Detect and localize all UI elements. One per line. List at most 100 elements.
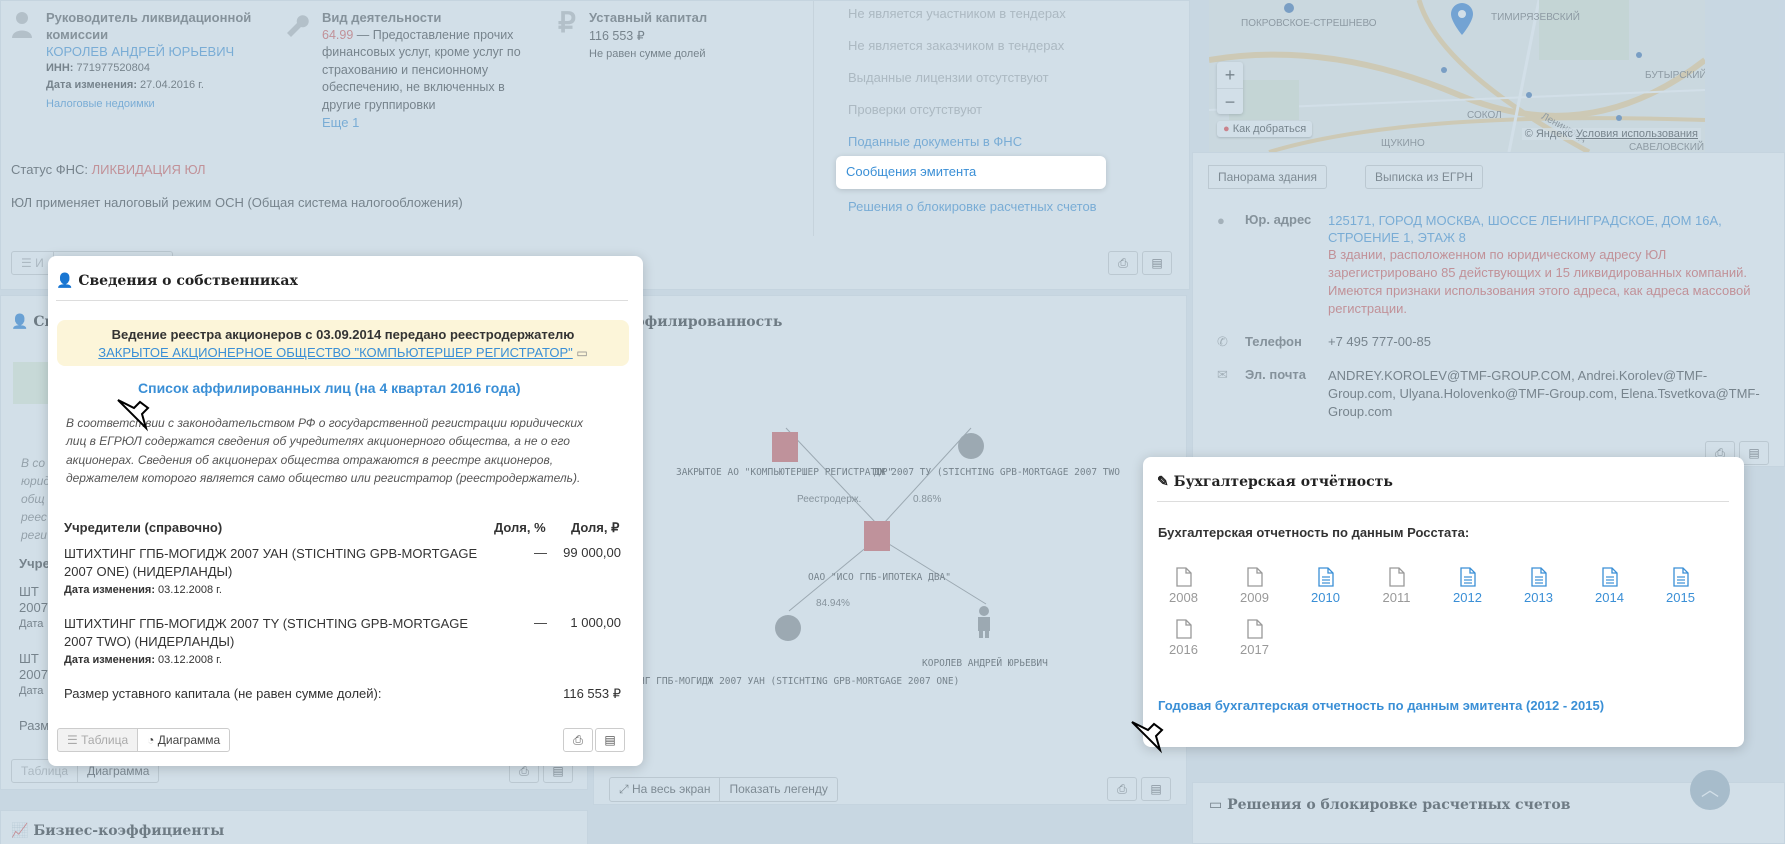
report-year-2015[interactable]: 2015 bbox=[1645, 567, 1716, 605]
fns-documents-link[interactable]: Поданные документы в ФНС bbox=[848, 134, 1022, 149]
route-label: Как добраться bbox=[1232, 123, 1307, 135]
capital-value: 116 553 ₽ bbox=[589, 29, 645, 43]
capital-size-label: Размер уставного капитала (не равен сумм… bbox=[64, 686, 382, 701]
liquidator-name-link[interactable]: КОРОЛЕВ АНДРЕЙ ЮРЬЕВИЧ bbox=[46, 44, 234, 59]
comment-icon[interactable]: ▭ bbox=[576, 346, 587, 360]
list-item: Не является заказчиком в тендерах bbox=[848, 38, 1065, 53]
phone-icon: ✆ bbox=[1217, 334, 1228, 349]
table-view-button[interactable]: ☰ Таблица bbox=[57, 728, 139, 752]
annual-report-link[interactable]: Годовая бухгалтерская отчетность по данн… bbox=[1158, 698, 1604, 713]
zoom-out-button[interactable]: − bbox=[1217, 88, 1243, 114]
frag-founders: Учре bbox=[19, 556, 50, 571]
map-terms-link[interactable]: Условия использования bbox=[1576, 128, 1698, 140]
node-label: НГ ГПБ-МОГИДЖ 2007 УАН (STICHTING GPB-MO… bbox=[639, 676, 960, 687]
print-icon[interactable]: ⎙ bbox=[563, 728, 593, 752]
year-label: 2009 bbox=[1240, 590, 1269, 605]
report-year-2010[interactable]: 2010 bbox=[1290, 567, 1361, 605]
email-label: Эл. почта bbox=[1245, 367, 1307, 382]
phone-value: +7 495 777-00-85 bbox=[1328, 334, 1432, 349]
founder-name[interactable]: ШТИХТИНГ ГПБ-МОГИДЖ 2007 УАН (STICHTING … bbox=[64, 545, 484, 581]
diagram-view-button[interactable]: ◔ Диаграмма bbox=[137, 728, 231, 752]
frag-text: юрид bbox=[21, 474, 51, 488]
node-label: ЗАКРЫТОЕ АО "КОМПЬЮТЕРШЕР РЕГИСТРАТОР" bbox=[676, 467, 894, 478]
frag-text: 2007 bbox=[19, 600, 48, 615]
document-icon bbox=[1175, 567, 1192, 587]
report-year-2008: 2008 bbox=[1148, 567, 1219, 605]
legend-button[interactable]: Показать легенду bbox=[719, 777, 838, 802]
scroll-top-button[interactable]: ︿ bbox=[1690, 770, 1730, 810]
print-icon[interactable]: ⎙ bbox=[1108, 251, 1138, 275]
map-copyright: © Яндекс bbox=[1524, 128, 1573, 140]
card-icon: ▭ bbox=[1209, 797, 1223, 813]
year-label: 2015 bbox=[1666, 590, 1695, 605]
address-link[interactable]: 125171, ГОРОД МОСКВА, ШОССЕ ЛЕНИНГРАДСКО… bbox=[1328, 212, 1748, 246]
person-node-icon bbox=[974, 606, 994, 638]
save-icon[interactable]: ▤ bbox=[1141, 777, 1171, 801]
fullscreen-button[interactable]: ⤢ На весь экран bbox=[609, 777, 721, 802]
pdf-icon[interactable]: ▤ bbox=[1142, 251, 1172, 275]
blocking-decisions-link[interactable]: Решения о блокировке расчетных счетов bbox=[848, 199, 1097, 214]
edge-label: 0.86% bbox=[913, 494, 942, 505]
map-label: ПОКРОВСКОЕ-СТРЕШНЕВО bbox=[1241, 18, 1377, 29]
map-zoom: + − bbox=[1217, 62, 1243, 114]
year-label: 2014 bbox=[1595, 590, 1624, 605]
cursor-arrow-icon bbox=[116, 398, 150, 432]
node-label: ДЖ 2007 ТУ (STICHTING GPB-MORTGAGE 2007 … bbox=[874, 467, 1120, 478]
share-pct: — bbox=[534, 615, 547, 630]
changed-value: 27.04.2016 г. bbox=[140, 79, 204, 91]
accounting-subtitle: Бухгалтерская отчетность по данным Росст… bbox=[1158, 525, 1470, 540]
owners-modal: 👤 Сведения о собственниках Ведение реест… bbox=[48, 256, 643, 766]
accounting-modal-title: Бухгалтерская отчётность bbox=[1173, 474, 1393, 490]
edit-icon: ✎ bbox=[1157, 474, 1169, 490]
report-year-2009: 2009 bbox=[1219, 567, 1290, 605]
map-label: ЩУКИНО bbox=[1381, 138, 1425, 149]
report-year-2017: 2017 bbox=[1219, 619, 1290, 657]
frag-text: 2007 bbox=[19, 667, 48, 682]
affiliates-list-link[interactable]: Список аффилированных лиц (на 4 квартал … bbox=[138, 380, 521, 396]
map-pin-icon bbox=[1449, 2, 1475, 36]
report-year-2013[interactable]: 2013 bbox=[1503, 567, 1574, 605]
issuer-messages-link[interactable]: Сообщения эмитента bbox=[846, 164, 976, 179]
report-year-2012[interactable]: 2012 bbox=[1432, 567, 1503, 605]
document-icon bbox=[1317, 567, 1334, 587]
egrn-button[interactable]: Выписка из ЕГРН bbox=[1365, 165, 1484, 189]
map-widget[interactable]: ПОКРОВСКОЕ-СТРЕШНЕВО ТИМИРЯЗЕВСКИЙ БУТЫР… bbox=[1209, 0, 1705, 152]
list-item: Не является участником в тендерах bbox=[848, 6, 1066, 21]
document-icon bbox=[1388, 567, 1405, 587]
tax-regime-text: ЮЛ применяет налоговый режим ОСН (Общая … bbox=[11, 195, 463, 210]
fns-status-label: Статус ФНС: bbox=[11, 162, 88, 177]
map-label: СОКОЛ bbox=[1467, 110, 1502, 121]
report-year-2016: 2016 bbox=[1148, 619, 1219, 657]
phone-label: Телефон bbox=[1245, 334, 1302, 349]
panorama-button[interactable]: Панорама здания bbox=[1208, 165, 1327, 189]
report-year-2014[interactable]: 2014 bbox=[1574, 567, 1645, 605]
activity-more-link[interactable]: Еще 1 bbox=[322, 115, 359, 130]
node-label: КОРОЛЕВ АНДРЕЙ ЮРЬЕВИЧ bbox=[922, 658, 1048, 669]
globe-icon bbox=[775, 615, 801, 641]
document-icon bbox=[1601, 567, 1618, 587]
map-marker-icon: ● bbox=[1217, 213, 1225, 228]
capital-label: Уставный капитал bbox=[589, 10, 708, 25]
node-label: ОАО "ИСО ГПБ-ИПОТЕКА ДВА" bbox=[808, 572, 951, 583]
frag-block bbox=[13, 362, 53, 404]
tax-arrears-link[interactable]: Налоговые недоимки bbox=[46, 98, 155, 110]
links-list: Не является участником в тендерах Не явл… bbox=[813, 1, 1113, 236]
highlight-card: Сообщения эмитента bbox=[836, 156, 1106, 189]
route-button[interactable]: ● Как добраться bbox=[1217, 121, 1313, 137]
changed-label: Дата изменения: bbox=[46, 79, 137, 91]
expand-icon: ⤢ bbox=[619, 782, 629, 796]
activity-code: 64.99 bbox=[322, 27, 354, 42]
print-icon[interactable]: ⎙ bbox=[1107, 777, 1137, 801]
email-value: ANDREY.KOROLEV@TMF-GROUP.COM, Andrei.Kor… bbox=[1328, 368, 1760, 419]
table-row: ШТИХТИНГ ГПБ-МОГИДЖ 2007 УАН (STICHTING … bbox=[64, 545, 629, 596]
frag-text: Дата bbox=[19, 685, 44, 697]
changed-label: Дата изменения: bbox=[64, 584, 155, 596]
capital-size-value: 116 553 ₽ bbox=[563, 686, 621, 701]
table-view-label: Таблица bbox=[81, 733, 129, 747]
registrar-link[interactable]: ЗАКРЫТОЕ АКЦИОНЕРНОЕ ОБЩЕСТВО "КОМПЬЮТЕР… bbox=[98, 345, 572, 360]
pdf-icon[interactable]: ▤ bbox=[595, 728, 625, 752]
zoom-in-button[interactable]: + bbox=[1217, 62, 1243, 88]
share-rub: 99 000,00 bbox=[563, 545, 621, 560]
year-label: 2012 bbox=[1453, 590, 1482, 605]
founder-name[interactable]: ШТИХТИНГ ГПБ-МОГИДЖ 2007 TY (STICHTING G… bbox=[64, 615, 484, 651]
